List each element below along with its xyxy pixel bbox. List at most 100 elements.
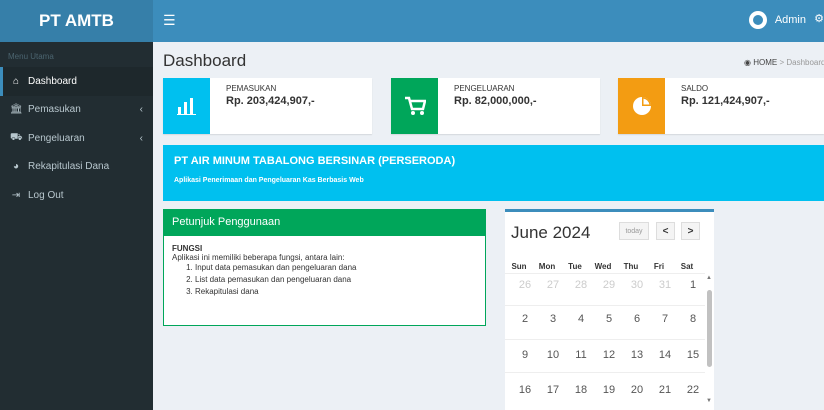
divider [505, 305, 705, 306]
calendar-day[interactable]: 20 [623, 384, 651, 396]
sidebar-item-label: Dashboard [28, 75, 77, 87]
calendar-day[interactable]: 12 [595, 349, 623, 361]
divider [505, 339, 705, 340]
sidebar-toggle-icon[interactable]: ☰ [163, 12, 176, 29]
sidebar-item-label: Rekapitulasi Dana [28, 161, 110, 173]
today-button[interactable]: today [619, 222, 649, 240]
banner-title: PT AIR MINUM TABALONG BERSINAR (PERSEROD… [174, 155, 456, 167]
scroll-thumb[interactable] [707, 290, 712, 367]
calendar-day[interactable]: 16 [511, 384, 539, 396]
breadcrumb-current: Dashboard [786, 58, 824, 67]
calendar: June 2024 today < > Sun Mon Tue Wed Thu … [505, 209, 714, 410]
calendar-day[interactable]: 5 [595, 313, 623, 325]
breadcrumb-separator: > [779, 58, 785, 67]
top-navbar: ☰ Admin ⚙ [153, 0, 824, 42]
calendar-day[interactable]: 22 [679, 384, 707, 396]
info-box-pemasukan: PEMASUKAN Rp. 203,424,907,- [163, 78, 372, 134]
user-menu[interactable]: Admin [748, 11, 806, 29]
list-item: Input data pemasukan dan pengeluaran dan… [195, 262, 485, 274]
calendar-day[interactable]: 11 [567, 349, 595, 361]
calendar-day[interactable]: 10 [539, 349, 567, 361]
avatar [748, 11, 767, 29]
sign-out-icon: ⇥ [11, 189, 21, 201]
calendar-day[interactable]: 18 [567, 384, 595, 396]
list-item: List data pemasukan dan pengeluaran dana [195, 274, 485, 286]
weekday-header: Mon [538, 262, 556, 271]
sidebar-item-label: Pengeluaran [28, 132, 85, 144]
calendar-day[interactable]: 17 [539, 384, 567, 396]
weekday-header: Sun [511, 262, 527, 271]
divider [505, 372, 705, 373]
info-label: SALDO [681, 84, 709, 93]
divider [505, 273, 705, 274]
calendar-day[interactable]: 4 [567, 313, 595, 325]
calendar-day[interactable]: 6 [623, 313, 651, 325]
panel-heading: FUNGSI [172, 244, 203, 253]
pie-chart-icon: ◕ [12, 161, 20, 173]
scroll-down-icon[interactable]: ▼ [706, 398, 712, 404]
app-logo[interactable]: PT AMTB [0, 0, 153, 42]
calendar-day[interactable]: 13 [623, 349, 651, 361]
calendar-day[interactable]: 9 [511, 349, 539, 361]
calendar-day[interactable]: 3 [539, 313, 567, 325]
calendar-day[interactable]: 2 [511, 313, 539, 325]
sidebar-item-rekapitulasi[interactable]: ◕ Rekapitulasi Dana [0, 153, 153, 182]
calendar-day[interactable]: 26 [511, 279, 539, 291]
sidebar-item-label: Log Out [28, 189, 64, 201]
sidebar-item-dashboard[interactable]: ⌂ Dashboard [0, 67, 153, 96]
breadcrumb: ◉ HOME > Dashboard [744, 58, 824, 67]
next-month-button[interactable]: > [681, 222, 700, 240]
calendar-title: June 2024 [511, 223, 591, 242]
gear-icon[interactable]: ⚙ [814, 12, 824, 25]
info-value: Rp. 203,424,907,- [226, 95, 315, 107]
calendar-day[interactable]: 15 [679, 349, 707, 361]
user-name: Admin [774, 14, 806, 26]
panel-body: FUNGSI Aplikasi ini memiliki beberapa fu… [164, 236, 485, 298]
calendar-day[interactable]: 8 [679, 313, 707, 325]
cart-icon: ⛟ [10, 131, 23, 143]
info-box-saldo: SALDO Rp. 121,424,907,- [618, 78, 824, 134]
cart-icon [391, 78, 438, 134]
chevron-left-icon: ‹ [139, 132, 143, 144]
sidebar-item-pemasukan[interactable]: 🏛 Pemasukan ‹ [0, 96, 153, 125]
calendar-day[interactable]: 31 [651, 279, 679, 291]
breadcrumb-home[interactable]: HOME [753, 58, 777, 67]
weekday-header: Fri [653, 262, 665, 271]
calendar-day[interactable]: 19 [595, 384, 623, 396]
pie-chart-icon [618, 78, 665, 134]
calendar-scrollbar[interactable]: ▲ ▼ [706, 273, 713, 410]
calendar-day[interactable]: 1 [679, 279, 707, 291]
calendar-day[interactable]: 21 [651, 384, 679, 396]
weekday-header: Thu [623, 262, 639, 271]
calendar-day[interactable]: 30 [623, 279, 651, 291]
dashboard-icon: ◉ [744, 58, 751, 67]
info-label: PENGELUARAN [454, 84, 515, 93]
home-icon: ⌂ [12, 75, 20, 87]
info-value: Rp. 82,000,000,- [454, 95, 537, 107]
company-banner: PT AIR MINUM TABALONG BERSINAR (PERSEROD… [163, 145, 824, 201]
panel-title: Petunjuk Penggunaan [164, 210, 485, 236]
info-label: PEMASUKAN [226, 84, 277, 93]
bar-chart-icon [163, 78, 210, 134]
chevron-left-icon: ‹ [139, 104, 143, 116]
weekday-header: Tue [568, 262, 582, 271]
list-item: Rekapitulasi dana [195, 286, 485, 298]
calendar-day[interactable]: 14 [651, 349, 679, 361]
calendar-day[interactable]: 29 [595, 279, 623, 291]
calendar-day[interactable]: 7 [651, 313, 679, 325]
info-value: Rp. 121,424,907,- [681, 95, 770, 107]
panel-intro: Aplikasi ini memiliki beberapa fungsi, a… [172, 253, 345, 262]
info-box-pengeluaran: PENGELUARAN Rp. 82,000,000,- [391, 78, 600, 134]
bank-icon: 🏛 [10, 104, 23, 116]
calendar-day[interactable]: 28 [567, 279, 595, 291]
sidebar-item-pengeluaran[interactable]: ⛟ Pengeluaran ‹ [0, 124, 153, 153]
sidebar-header: Menu Utama [8, 52, 54, 61]
page-title: Dashboard [163, 51, 247, 70]
weekday-header: Sat [680, 262, 694, 271]
instructions-panel: Petunjuk Penggunaan FUNGSI Aplikasi ini … [163, 209, 486, 326]
scroll-up-icon[interactable]: ▲ [706, 275, 712, 281]
prev-month-button[interactable]: < [656, 222, 675, 240]
sidebar-item-logout[interactable]: ⇥ Log Out [0, 181, 153, 210]
calendar-day[interactable]: 27 [539, 279, 567, 291]
weekday-header: Wed [594, 262, 612, 271]
